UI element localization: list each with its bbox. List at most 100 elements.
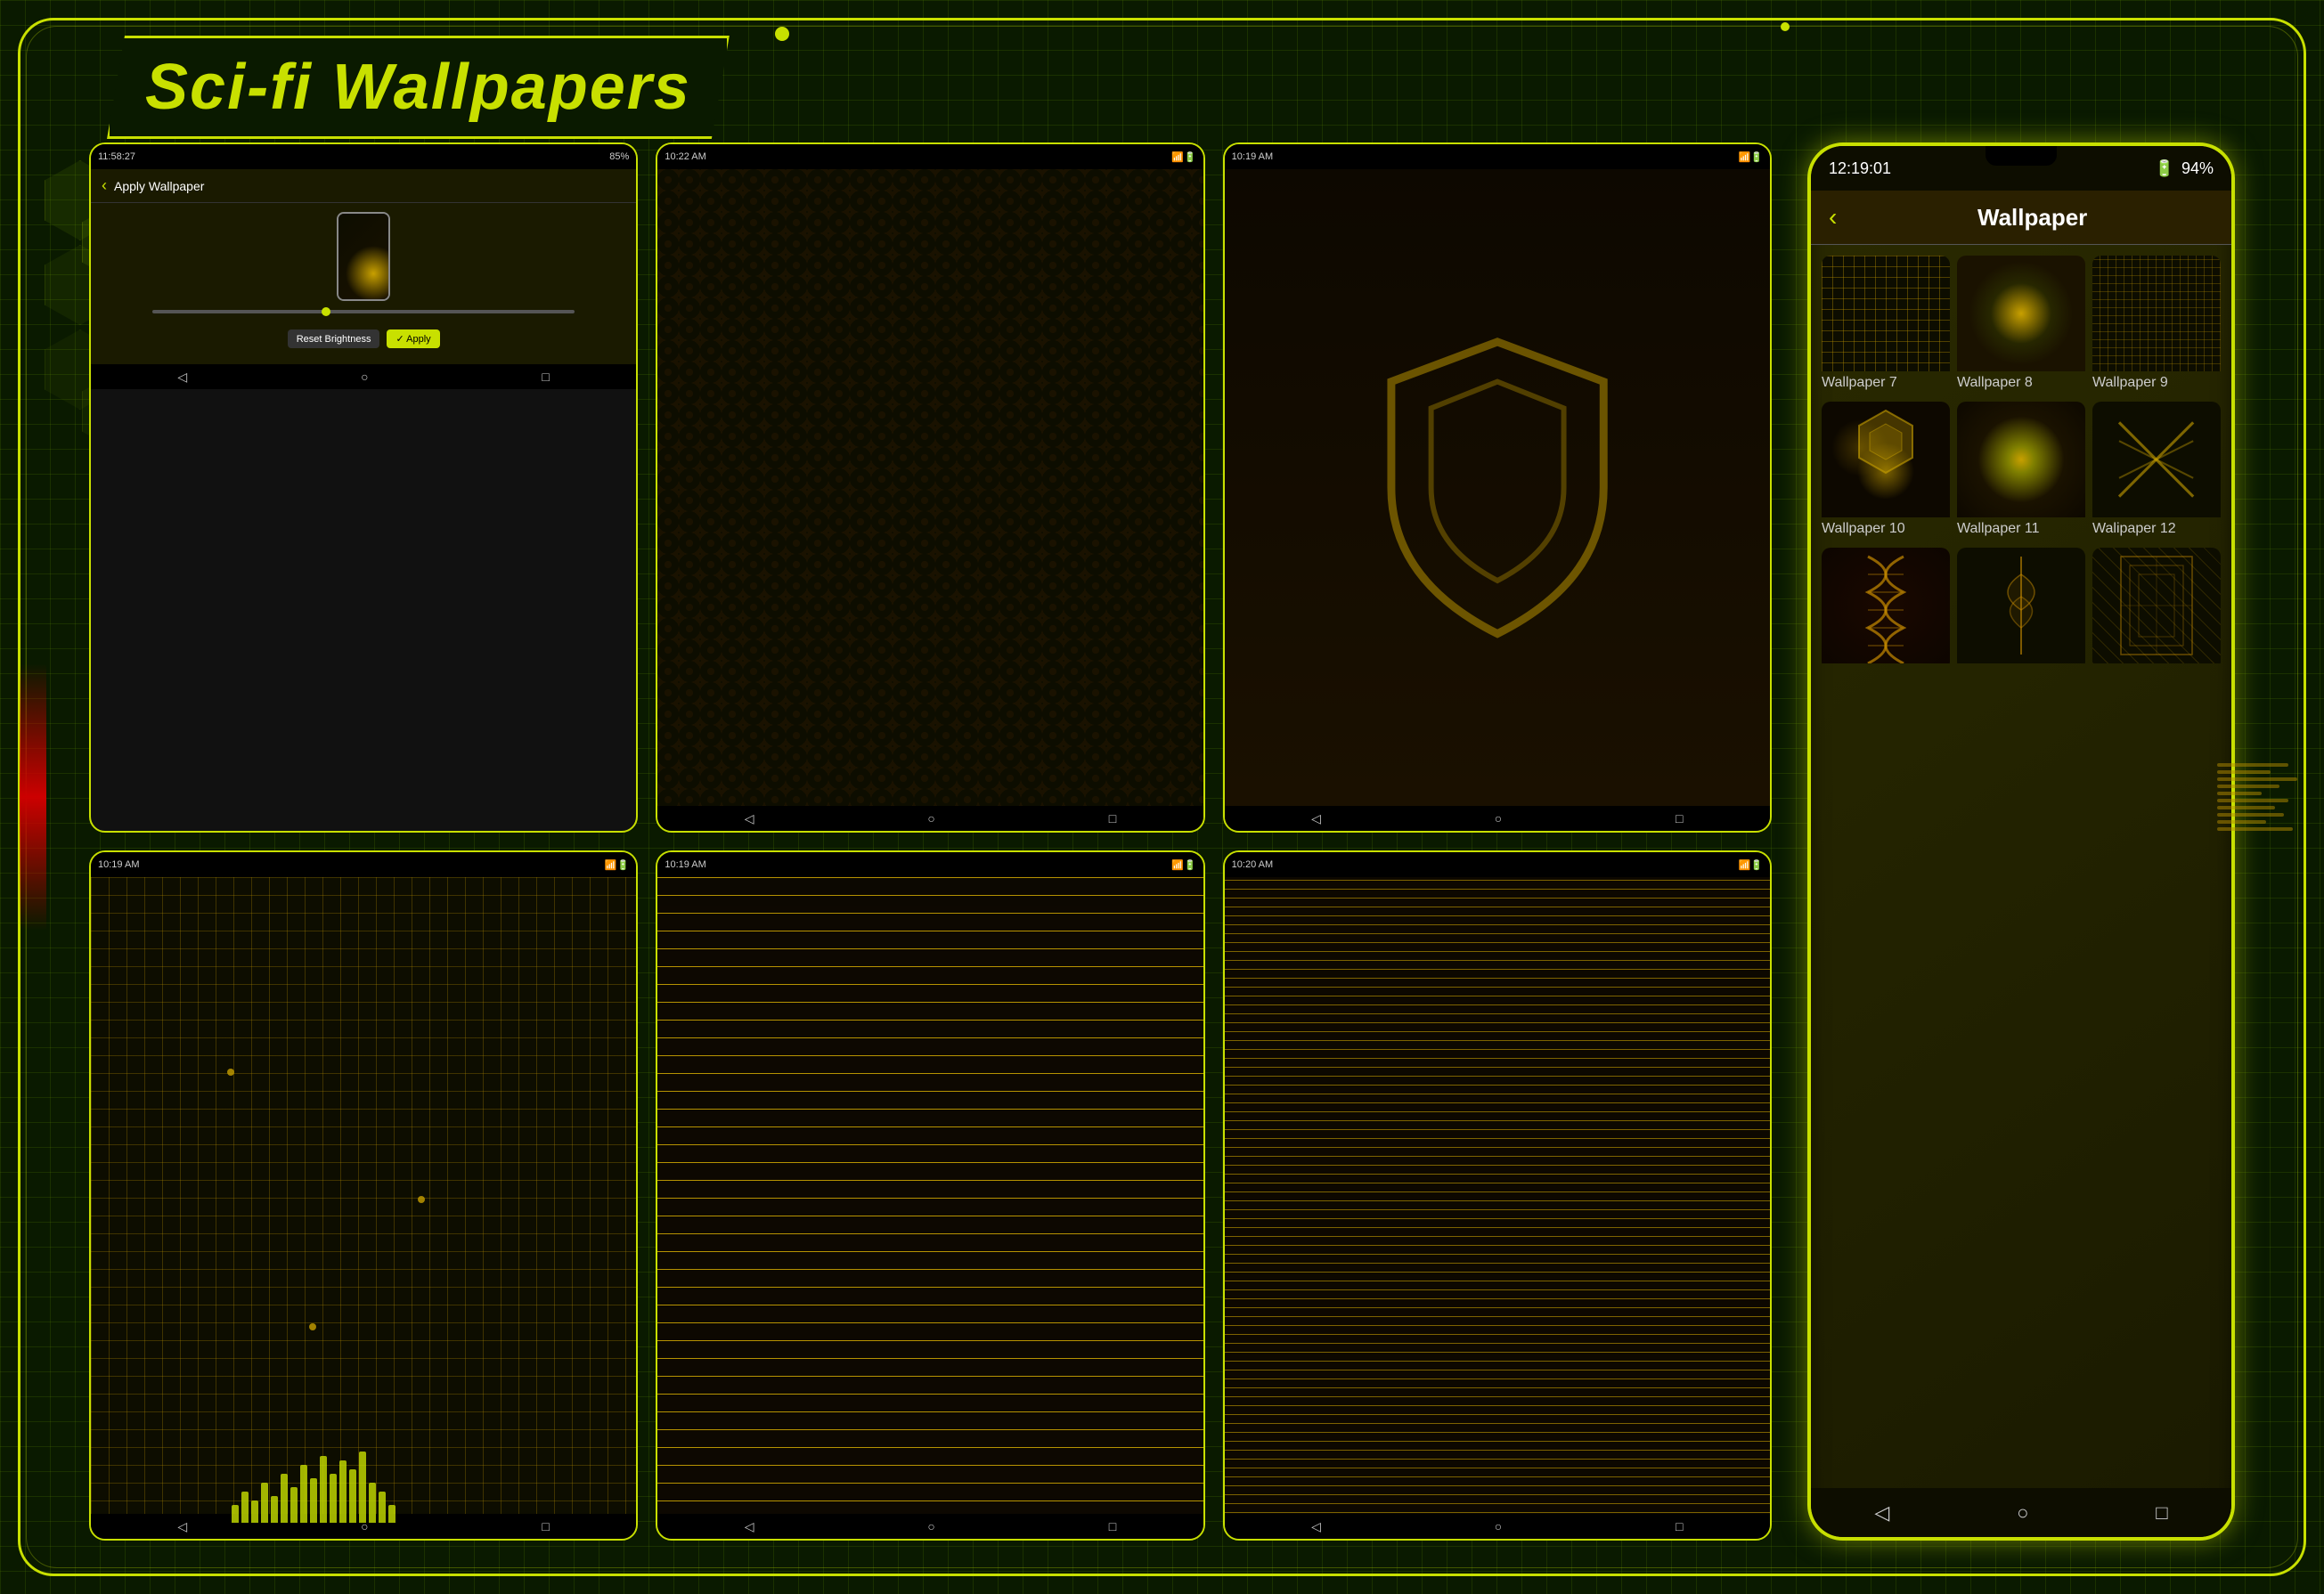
bar-4 (261, 1483, 268, 1523)
circuit-dot (227, 1069, 234, 1076)
wallpaper-label-9: Wallpaper 9 (2092, 371, 2221, 394)
shield-icon (1361, 329, 1634, 647)
nav-back-2[interactable]: ◁ (745, 811, 754, 826)
nav-recent-5[interactable]: □ (1109, 1519, 1116, 1533)
deco-line-5 (2217, 792, 2262, 795)
deco-line-8 (2217, 813, 2284, 817)
nav-recent-2[interactable]: □ (1109, 811, 1116, 825)
wallpaper-label-10: Wallpaper 10 (1822, 517, 1950, 541)
device-nav-back[interactable]: ◁ (1874, 1501, 1889, 1525)
reset-brightness-button[interactable]: Reset Brightness (288, 329, 380, 348)
wallpaper-item-12[interactable]: Walipaper 12 (2092, 402, 2221, 541)
nav-home-3[interactable]: ○ (1495, 811, 1502, 825)
bar-15 (369, 1483, 376, 1523)
nav-recent[interactable]: □ (542, 370, 549, 384)
bar-5 (271, 1496, 278, 1523)
wallpaper-item-10[interactable]: Wallpaper 10 (1822, 402, 1950, 541)
nav-back[interactable]: ◁ (177, 370, 187, 385)
phone6-screen (1225, 877, 1770, 1514)
phone6-nav: ◁ ○ □ (1225, 1514, 1770, 1539)
bar-12 (339, 1460, 347, 1523)
nav-back-6[interactable]: ◁ (1311, 1519, 1321, 1534)
nav-recent-3[interactable]: □ (1676, 811, 1683, 825)
deco-line-10 (2217, 827, 2293, 831)
bar-17 (388, 1505, 395, 1523)
wallpaper-thumb-9 (2092, 256, 2221, 371)
title-banner: Sci-fi Wallpapers (107, 36, 730, 139)
phone4-screen (91, 877, 636, 1514)
phone-mockup: 12:19:01 🔋 94% ‹ Wallpaper Wallpaper 7 (1807, 142, 2235, 1541)
wallpaper-label-7: Wallpaper 7 (1822, 371, 1950, 394)
bar-13 (349, 1469, 356, 1523)
wallpaper-label-14 (1957, 663, 2085, 671)
wallpaper-item-11[interactable]: Wallpaper 11 (1957, 402, 2085, 541)
battery-icon: 🔋 (2155, 159, 2174, 178)
brightness-slider[interactable] (152, 310, 575, 313)
nav-back-5[interactable]: ◁ (745, 1519, 754, 1534)
nav-recent-4[interactable]: □ (542, 1519, 549, 1533)
maze-icon (2092, 548, 2221, 663)
wallpaper-item-8[interactable]: Wallpaper 8 (1957, 256, 2085, 394)
nav-home-5[interactable]: ○ (927, 1519, 934, 1533)
device-back-button[interactable]: ‹ (1829, 203, 1837, 232)
nav-home-6[interactable]: ○ (1495, 1519, 1502, 1533)
wallpaper-label-15 (2092, 663, 2221, 671)
deco-line-7 (2217, 806, 2275, 809)
wallpaper-thumb-12 (2092, 402, 2221, 517)
wallpaper-item-7[interactable]: Wallpaper 7 (1822, 256, 1950, 394)
bar-14 (359, 1452, 366, 1523)
bar-7 (290, 1487, 298, 1523)
bar-10 (320, 1456, 327, 1523)
preview-area: Reset Brightness ✓ Apply (91, 203, 636, 364)
phone3-screen (1225, 169, 1770, 806)
phone6-status: 10:20 AM 📶🔋 (1225, 852, 1770, 877)
phone1-status: 11:58:27 85% (91, 144, 636, 169)
phone-streaks: 10:20 AM 📶🔋 ◁ ○ □ (1223, 850, 1772, 1541)
nav-back-4[interactable]: ◁ (177, 1519, 187, 1534)
apply-back-btn[interactable]: ‹ (102, 176, 107, 195)
bar-2 (241, 1492, 249, 1523)
bar-1 (232, 1505, 239, 1523)
app-title: Sci-fi Wallpapers (145, 52, 691, 123)
nav-recent-6[interactable]: □ (1676, 1519, 1683, 1533)
phone5-screen (657, 877, 1203, 1514)
device-nav-bar: ◁ ○ □ (1811, 1488, 2231, 1537)
device-nav-home[interactable]: ○ (2017, 1501, 2028, 1525)
nav-home-2[interactable]: ○ (927, 811, 934, 825)
device-header: ‹ Wallpaper (1811, 191, 2231, 245)
wallpaper-thumb-10 (1822, 402, 1950, 517)
nav-home[interactable]: ○ (361, 370, 368, 384)
phone5-nav: ◁ ○ □ (657, 1514, 1203, 1539)
nav-back-3[interactable]: ◁ (1311, 811, 1321, 826)
wallpaper-thumb-7 (1822, 256, 1950, 371)
wallpaper-item-9[interactable]: Wallpaper 9 (2092, 256, 2221, 394)
wallpaper-thumb-15 (2092, 548, 2221, 663)
phone3-nav: ◁ ○ □ (1225, 806, 1770, 831)
phone2-status: 10:22 AM 📶🔋 (657, 144, 1203, 169)
wallpaper-item-13[interactable] (1822, 548, 1950, 671)
bar-9 (310, 1478, 317, 1523)
apply-buttons: Reset Brightness ✓ Apply (281, 322, 447, 355)
wallpaper-label-11: Wallpaper 11 (1957, 517, 2085, 541)
bar-3 (251, 1500, 258, 1523)
wallpaper-grid: Wallpaper 7 Wallpaper 8 Wallpaper 9 (1811, 245, 2231, 681)
wallpaper-label-13 (1822, 663, 1950, 671)
phone-circuit: 10:19 AM 📶🔋 ◁ ○ □ (89, 850, 638, 1541)
bar-6 (281, 1474, 288, 1523)
phone-apply: 11:58:27 85% ‹ Apply Wallpaper Reset Bri… (89, 142, 638, 833)
wallpaper-thumb-8 (1957, 256, 2085, 371)
circuit-dot-2 (418, 1196, 425, 1203)
apply-button[interactable]: ✓ Apply (387, 329, 439, 348)
wallpaper-thumb-11 (1957, 402, 2085, 517)
deco-line-3 (2217, 777, 2297, 781)
phone-dots: 10:22 AM 📶🔋 ◁ ○ □ (656, 142, 1204, 833)
bar-8 (300, 1465, 307, 1523)
wallpaper-item-14[interactable] (1957, 548, 2085, 671)
deco-line-6 (2217, 799, 2288, 802)
status-icons: 🔋 94% (2155, 159, 2214, 178)
device-nav-recent[interactable]: □ (2156, 1501, 2167, 1525)
dna-icon (1822, 548, 1950, 663)
wallpaper-item-15[interactable] (2092, 548, 2221, 671)
device-time: 12:19:01 (1829, 159, 1891, 178)
wallpaper-thumb-13 (1822, 548, 1950, 663)
